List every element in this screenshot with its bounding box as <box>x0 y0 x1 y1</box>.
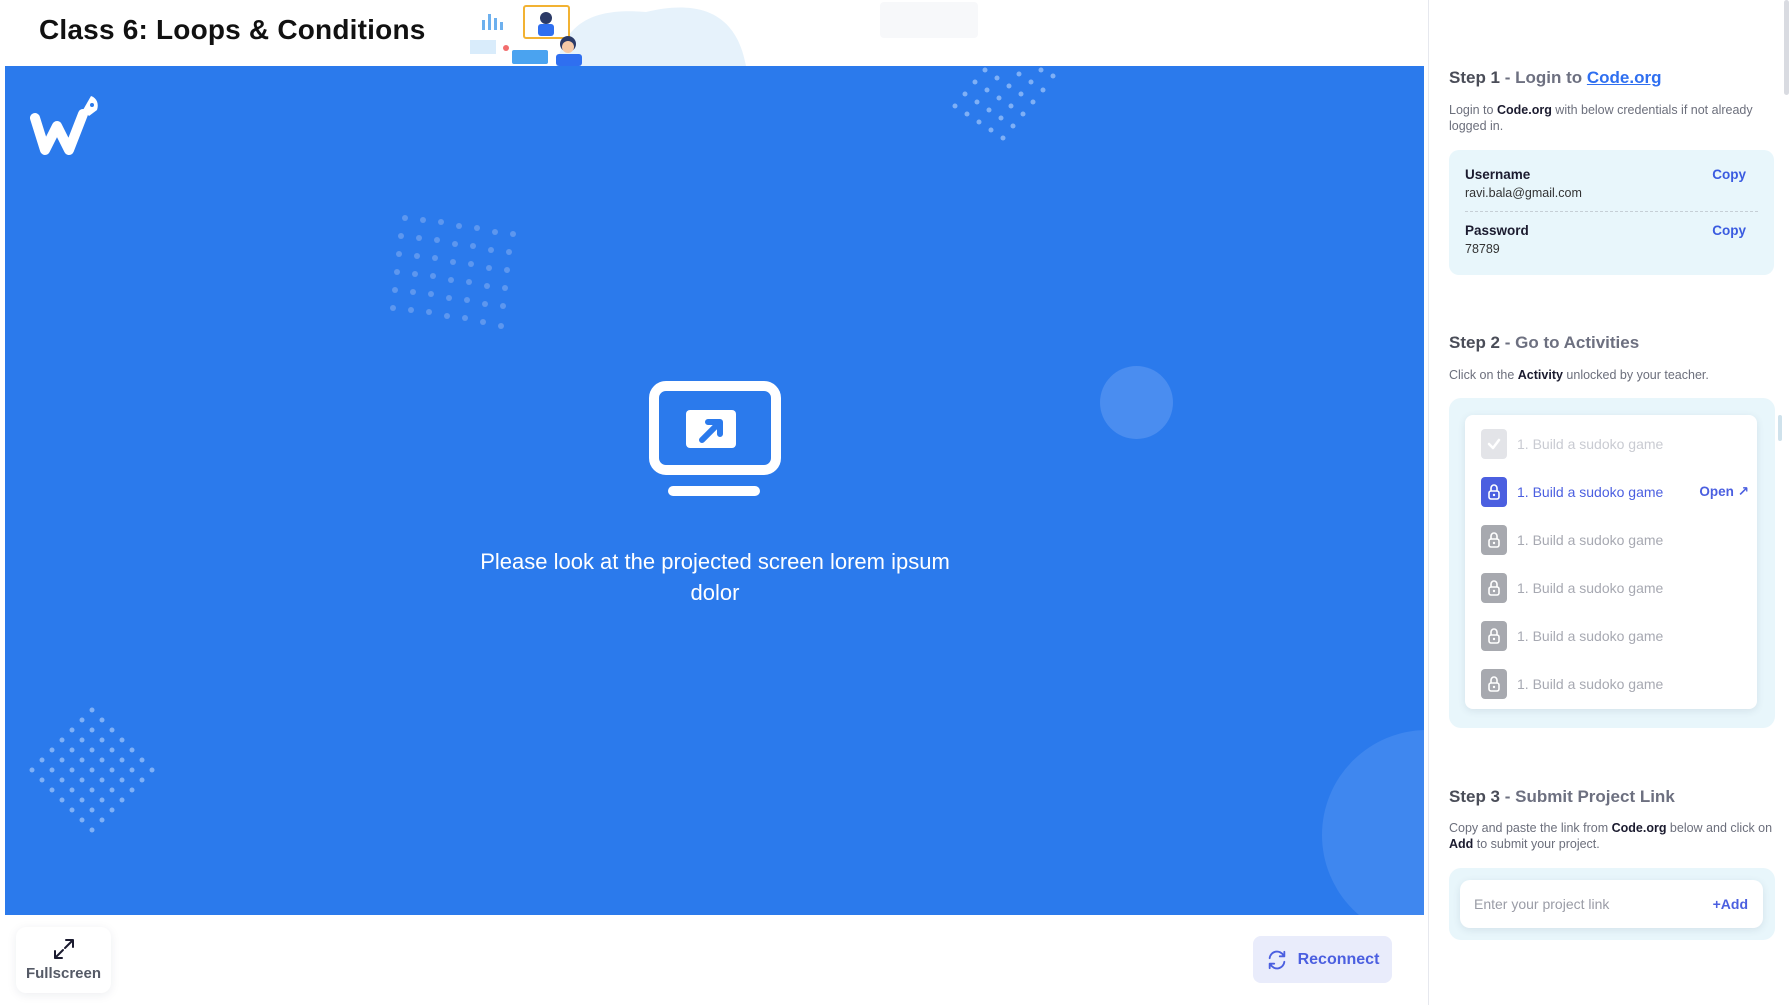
reconnect-label: Reconnect <box>1297 950 1380 968</box>
activity-item-5[interactable]: 1. Build a sudoko game <box>1481 621 1751 651</box>
step3-number: Step 3 <box>1449 787 1501 806</box>
teacher-illustration <box>470 5 746 66</box>
step3-desc-bold: Code.org <box>1611 821 1667 835</box>
activity-item-3[interactable]: 1. Build a sudoko game <box>1481 525 1751 555</box>
password-value: 78789 <box>1465 242 1500 256</box>
refresh-icon <box>1268 950 1285 969</box>
reconnect-button[interactable]: Reconnect <box>1253 936 1392 983</box>
activity-label: 1. Build a sudoko game <box>1517 532 1664 548</box>
step1-desc-bold: Code.org <box>1496 103 1552 117</box>
lock-icon <box>1481 621 1507 651</box>
class-title: Class 6: Loops & Conditions <box>39 14 426 45</box>
step2-title-text: - Go to Activities <box>1500 333 1640 352</box>
activity-item-4[interactable]: 1. Build a sudoko game <box>1481 573 1751 603</box>
header-placeholder <box>880 2 978 38</box>
screen-share-icon <box>649 381 781 496</box>
activity-list-scrollbar[interactable] <box>1778 415 1782 441</box>
step1-title-text: - Login to <box>1500 68 1587 87</box>
step3-title-text: - Submit Project Link <box>1500 787 1675 806</box>
activity-label: 1. Build a sudoko game <box>1517 484 1664 500</box>
brand-logo <box>30 96 98 155</box>
sidebar-scrollbar[interactable] <box>1784 0 1789 95</box>
password-row: Password 78789 Copy <box>1465 223 1758 256</box>
project-link-panel: +Add <box>1449 868 1775 940</box>
project-link-input[interactable] <box>1474 890 1694 918</box>
step1-desc-text: Login to <box>1449 103 1497 117</box>
username-row: Username ravi.bala@gmail.com Copy <box>1465 167 1758 200</box>
circle-decoration <box>1100 366 1173 439</box>
activities-panel: 1. Build a sudoko game 1. Build a sudoko… <box>1449 398 1782 728</box>
step3-title: Step 3 - Submit Project Link <box>1449 787 1675 807</box>
code-org-link[interactable]: Code.org <box>1587 68 1662 87</box>
step2-desc-text-end: unlocked by your teacher. <box>1562 368 1709 382</box>
activity-item-1[interactable]: 1. Build a sudoko game <box>1481 429 1751 459</box>
step3-desc-bold-add: Add <box>1449 837 1474 851</box>
lock-icon <box>1481 573 1507 603</box>
open-activity-link[interactable]: Open ↗ <box>1699 484 1749 500</box>
step2-description: Click on the Activity unlocked by your t… <box>1449 367 1779 383</box>
step2-desc-bold: Activity <box>1517 368 1563 382</box>
lock-icon <box>1481 525 1507 555</box>
activity-list: 1. Build a sudoko game 1. Build a sudoko… <box>1465 415 1757 709</box>
activity-label: 1. Build a sudoko game <box>1517 628 1664 644</box>
dot-pattern-decoration <box>29 707 155 833</box>
projection-message: Please look at the projected screen lore… <box>480 549 950 605</box>
activity-label: 1. Build a sudoko game <box>1517 580 1664 596</box>
dot-pattern-decoration <box>952 67 1056 141</box>
copy-password-button[interactable]: Copy <box>1712 223 1746 238</box>
activity-label: 1. Build a sudoko game <box>1517 676 1664 692</box>
step3-desc-text: Copy and paste the link from <box>1449 821 1612 835</box>
activity-label: 1. Build a sudoko game <box>1517 436 1664 452</box>
divider <box>1465 211 1758 212</box>
step2-number: Step 2 <box>1449 333 1501 352</box>
copy-username-button[interactable]: Copy <box>1712 167 1746 182</box>
username-value: ravi.bala@gmail.com <box>1465 186 1582 200</box>
activity-item-2[interactable]: 1. Build a sudoko game Open ↗ <box>1481 477 1751 507</box>
step3-description: Copy and paste the link from Code.org be… <box>1449 820 1779 852</box>
projection-stage: Please look at the projected screen lore… <box>5 66 1424 915</box>
main-area: Class 6: Loops & Conditions Please look … <box>0 0 1428 1005</box>
credentials-card: Username ravi.bala@gmail.com Copy Passwo… <box>1449 150 1774 275</box>
lock-icon <box>1481 669 1507 699</box>
step3-desc-text-end: to submit your project. <box>1473 837 1600 851</box>
instructions-sidebar: Step 1 - Login to Code.org Login to Code… <box>1428 0 1792 1005</box>
step2-desc-text: Click on the <box>1449 368 1518 382</box>
step1-title: Step 1 - Login to Code.org <box>1449 68 1662 88</box>
checkmark-icon <box>1481 429 1507 459</box>
fullscreen-label: Fullscreen <box>25 965 102 982</box>
activity-item-6[interactable]: 1. Build a sudoko game <box>1481 669 1751 699</box>
project-link-box: +Add <box>1460 880 1763 928</box>
circle-decoration <box>1322 730 1424 915</box>
step1-description: Login to Code.org with below credentials… <box>1449 102 1779 134</box>
add-link-button[interactable]: +Add <box>1713 896 1748 912</box>
step2-title: Step 2 - Go to Activities <box>1449 333 1639 353</box>
step1-number: Step 1 <box>1449 68 1501 87</box>
step3-desc-text-mid: below and click on <box>1666 821 1773 835</box>
unlock-icon <box>1481 477 1507 507</box>
expand-icon <box>53 939 74 959</box>
dot-pattern-decoration <box>390 215 516 329</box>
fullscreen-button[interactable]: Fullscreen <box>16 927 111 993</box>
